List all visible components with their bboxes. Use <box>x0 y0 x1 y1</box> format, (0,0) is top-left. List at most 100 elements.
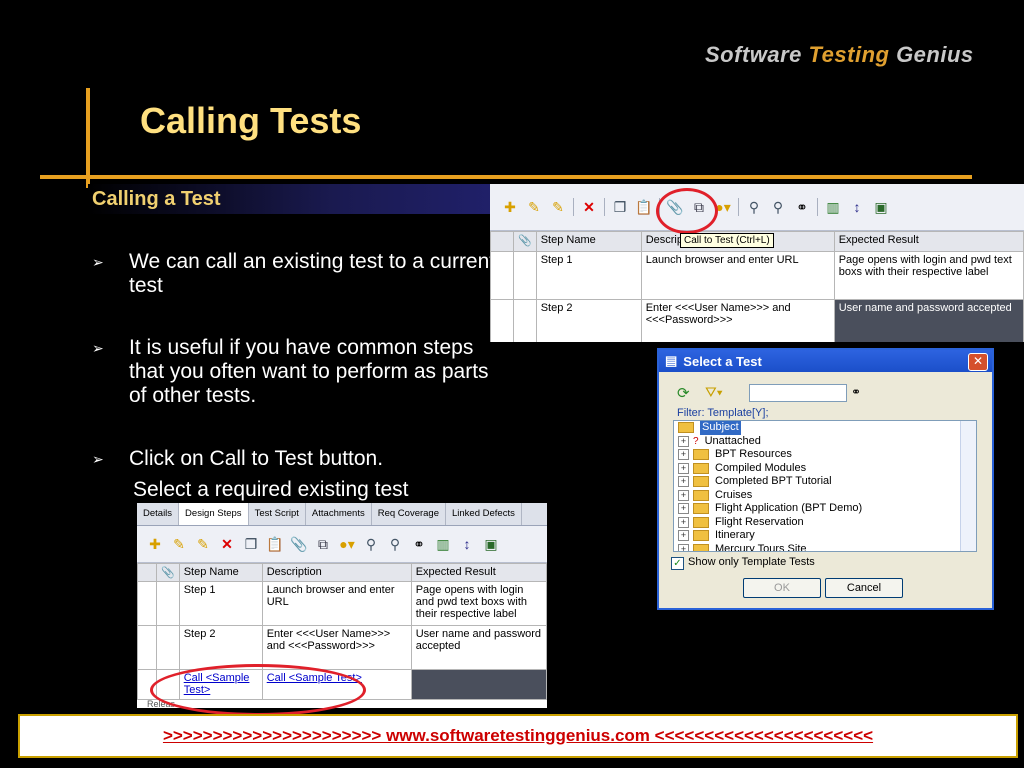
folder-icon <box>693 543 709 551</box>
tree-item[interactable]: + Flight Application (BPT Demo) <box>674 502 976 516</box>
edit-step-icon[interactable]: ✎ <box>169 534 189 554</box>
grid-header[interactable]: Step Name <box>535 231 642 252</box>
extra-line: Select a required existing test <box>133 478 409 501</box>
call-to-test-tooltip: Call to Test (Ctrl+L) <box>680 233 774 248</box>
paste-icon[interactable]: 📋 <box>265 534 285 554</box>
edit-all-icon[interactable]: ✎ <box>548 197 568 217</box>
design-steps-screenshot: ✚ ✎ ✎ ✕ ❐ 📋 📎 ⧉ ●▾ ⚲ ⚲ ⚭ ▥ ↕ ▣ 📎 Step Na… <box>490 184 1024 342</box>
find-icon[interactable]: ⚲ <box>361 534 381 554</box>
tree-item[interactable]: +? Unattached <box>674 435 976 449</box>
cancel-button[interactable]: Cancel <box>825 578 903 598</box>
tree-item[interactable]: + Compiled Modules <box>674 462 976 476</box>
edit-step-icon[interactable]: ✎ <box>524 197 544 217</box>
tab-details[interactable]: Details <box>137 503 180 525</box>
table-row[interactable]: Step 1 Launch browser and enter URL Page… <box>137 581 547 626</box>
delete-icon[interactable]: ✕ <box>579 197 599 217</box>
close-icon[interactable]: ✕ <box>968 353 988 371</box>
slide-title: Calling Tests <box>140 100 362 141</box>
copy-icon[interactable]: ❐ <box>610 197 630 217</box>
table-row[interactable]: Step 2 Enter <<<User Name>>> and <<<Pass… <box>137 625 547 670</box>
replace-icon[interactable]: ⚲ <box>385 534 405 554</box>
expand-icon[interactable]: + <box>678 476 689 488</box>
refresh-icon[interactable]: ⟳ <box>677 384 690 402</box>
parameter-icon[interactable]: ●▾ <box>337 534 357 554</box>
tree-item[interactable]: Subject <box>674 421 976 435</box>
paste-icon[interactable]: 📋 <box>634 197 654 217</box>
arrow-bullet-icon: ➢ <box>92 451 104 467</box>
table-row[interactable]: Step 2 Enter <<<User Name>>> and <<<Pass… <box>490 299 1024 342</box>
search-input[interactable] <box>749 384 847 402</box>
expand-icon[interactable]: + <box>678 516 689 528</box>
expand-icon[interactable]: + <box>678 543 689 551</box>
save-icon[interactable]: ▣ <box>871 197 891 217</box>
slide-subtitle: Calling a Test <box>92 188 221 210</box>
attachment-col-icon: 📎 <box>156 563 180 582</box>
test-tree: Subject +? Unattached + BPT Resources + Com… <box>673 420 977 552</box>
highlight-ellipse <box>150 664 366 716</box>
folder-icon <box>693 530 709 542</box>
find-icon[interactable]: ⚭ <box>851 385 861 399</box>
find-icon[interactable]: ⚲ <box>744 197 764 217</box>
highlight-circle <box>656 188 718 234</box>
select-test-dialog: ▤ Select a Test ✕ ⟳ ⛛▾ ⚭ Filter: Templat… <box>657 348 994 610</box>
expand-icon[interactable]: + <box>678 462 689 474</box>
unattached-icon: ? <box>693 435 699 447</box>
attachment-col-icon: 📎 <box>513 231 537 252</box>
footer-banner: >>>>>>>>>>>>>>>>>>>>>> www.softwaretesti… <box>18 714 1018 758</box>
arrow-bullet-icon: ➢ <box>92 340 104 356</box>
tab-attachments[interactable]: Attachments <box>306 503 372 525</box>
delete-icon[interactable]: ✕ <box>217 534 237 554</box>
folder-icon <box>693 476 709 488</box>
toolbar: ✚ ✎ ✎ ✕ ❐ 📋 📎 ⧉ ●▾ ⚲ ⚲ ⚭ ▥ ↕ ▣ <box>137 526 547 563</box>
edit-all-icon[interactable]: ✎ <box>193 534 213 554</box>
binoculars-icon[interactable]: ⚭ <box>409 534 429 554</box>
show-template-checkbox[interactable]: ✓ <box>671 557 684 570</box>
scrollbar[interactable] <box>960 421 976 551</box>
tree-item[interactable]: + Completed BPT Tutorial <box>674 475 976 489</box>
save-icon[interactable]: ▣ <box>481 534 501 554</box>
attachment-icon[interactable]: 📎 <box>289 534 309 554</box>
folder-icon <box>678 422 694 434</box>
new-step-icon[interactable]: ✚ <box>500 197 520 217</box>
table-row[interactable]: Step 1 Launch browser and enter URL Page… <box>490 251 1024 300</box>
dialog-titlebar: ▤ Select a Test <box>659 350 992 372</box>
sort-icon[interactable]: ↕ <box>457 534 477 554</box>
filter-icon[interactable]: ⛛▾ <box>705 384 723 401</box>
tree-item[interactable]: + Flight Reservation <box>674 516 976 530</box>
copy-icon[interactable]: ❐ <box>241 534 261 554</box>
expand-icon[interactable]: + <box>678 530 689 542</box>
tree-item[interactable]: + BPT Resources <box>674 448 976 462</box>
dialog-icon: ▤ <box>665 353 678 368</box>
arrow-bullet-icon: ➢ <box>92 254 104 270</box>
tab-linked-defects[interactable]: Linked Defects <box>446 503 522 525</box>
accent-vertical-line <box>86 88 90 188</box>
tree-item[interactable]: + Cruises <box>674 489 976 503</box>
grid-header[interactable]: Step Name <box>178 563 263 582</box>
tab-req-coverage[interactable]: Req Coverage <box>372 503 446 525</box>
footer-link[interactable]: >>>>>>>>>>>>>>>>>>>>>> www.softwaretesti… <box>20 716 1016 756</box>
grid-header[interactable]: Description <box>261 563 412 582</box>
expand-icon[interactable]: + <box>678 435 689 447</box>
tab-design-steps[interactable]: Design Steps <box>179 503 249 525</box>
tree-item[interactable]: + Mercury Tours Site <box>674 543 976 551</box>
call-to-test-icon[interactable]: ⧉ <box>313 534 333 554</box>
tab-test-script[interactable]: Test Script <box>249 503 306 525</box>
grid-header[interactable]: Expected Result <box>833 231 1024 252</box>
grid-header[interactable]: Expected Result <box>410 563 547 582</box>
ok-button[interactable]: OK <box>743 578 821 598</box>
binoculars-icon[interactable]: ⚭ <box>792 197 812 217</box>
folder-icon <box>693 449 709 461</box>
columns-icon[interactable]: ▥ <box>823 197 843 217</box>
columns-icon[interactable]: ▥ <box>433 534 453 554</box>
tree-item[interactable]: + Itinerary <box>674 529 976 543</box>
checkbox-label: Show only Template Tests <box>688 556 815 568</box>
folder-icon <box>693 489 709 501</box>
expand-icon[interactable]: + <box>678 489 689 501</box>
sort-icon[interactable]: ↕ <box>847 197 867 217</box>
expand-icon[interactable]: + <box>678 449 689 461</box>
tab-bar: Details Design Steps Test Script Attachm… <box>137 503 547 526</box>
folder-icon <box>693 503 709 515</box>
replace-icon[interactable]: ⚲ <box>768 197 788 217</box>
expand-icon[interactable]: + <box>678 503 689 515</box>
new-step-icon[interactable]: ✚ <box>145 534 165 554</box>
